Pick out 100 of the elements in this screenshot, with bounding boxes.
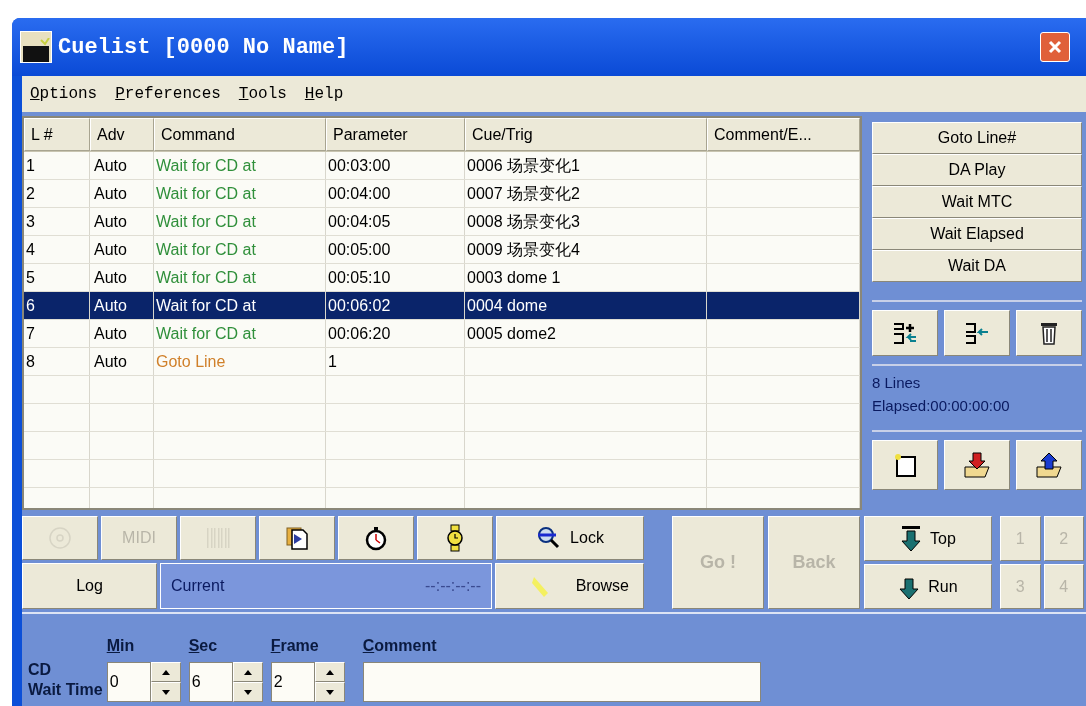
column-header[interactable]: L # <box>24 118 90 151</box>
comment-field[interactable] <box>362 662 761 702</box>
table-cell: 8 <box>24 348 90 375</box>
table-cell: Auto <box>90 348 154 375</box>
wait-time-label: CD <box>28 660 53 680</box>
close-button[interactable] <box>1040 32 1070 62</box>
table-cell: 00:06:20 <box>326 320 465 347</box>
table-cell: 7 <box>24 320 90 347</box>
log-button[interactable]: Log <box>22 563 157 609</box>
table-cell: Auto <box>90 180 154 207</box>
spinner[interactable] <box>314 662 345 702</box>
save-button[interactable] <box>1016 440 1082 490</box>
field-label: Sec <box>188 636 219 656</box>
command-button[interactable]: DA Play <box>872 154 1082 186</box>
table-cell: Wait for CD at <box>154 180 326 207</box>
command-button[interactable]: Wait MTC <box>872 186 1082 218</box>
table-cell: 3 <box>24 208 90 235</box>
table-cell: 0005 dome2 <box>465 320 707 347</box>
table-cell: 0009 场景变化4 <box>465 236 707 263</box>
table-cell: Wait for CD at <box>154 320 326 347</box>
number-field[interactable]: 2 <box>270 662 315 702</box>
table-cell: 1 <box>326 348 465 375</box>
number-field[interactable]: 0 <box>106 662 151 702</box>
menu-item[interactable]: Tools <box>238 82 287 106</box>
current-label: Current <box>171 576 225 596</box>
wristwatch-icon <box>444 524 466 552</box>
table-cell: 00:06:02 <box>326 292 465 319</box>
table-cell: Wait for CD at <box>154 292 326 319</box>
up-arrow-icon <box>243 669 252 675</box>
table-cell: 0008 场景变化3 <box>465 208 707 235</box>
top-button[interactable]: Top <box>864 516 992 561</box>
browse-button[interactable]: Browse <box>495 563 644 609</box>
tool-button[interactable] <box>338 516 414 560</box>
new-button[interactable] <box>872 440 938 490</box>
run-button[interactable]: Run <box>864 564 992 609</box>
table-cell: Auto <box>90 152 154 179</box>
table-row[interactable]: 8 Auto Goto Line 1 <box>24 348 860 376</box>
append-lines-icon <box>964 320 990 346</box>
lock-button[interactable]: Lock <box>496 516 644 560</box>
column-header[interactable]: Cue/Trig <box>465 118 707 151</box>
insert-line-button[interactable] <box>872 310 938 356</box>
wait-time-label: Wait Time <box>28 680 103 700</box>
table-cell: Goto Line <box>154 348 326 375</box>
field-label: Min <box>106 636 136 656</box>
table-row[interactable]: 3 Auto Wait for CD at 00:04:05 0008 场景变化3 <box>24 208 860 236</box>
menu-item[interactable]: Options <box>30 82 98 106</box>
table-cell: Auto <box>90 292 154 319</box>
table-row[interactable]: 7 Auto Wait for CD at 00:06:20 0005 dome2 <box>24 320 860 348</box>
tool-button[interactable] <box>417 516 493 560</box>
down-arrow-icon <box>161 689 170 695</box>
tool-button[interactable] <box>259 516 335 560</box>
trash-icon <box>1039 320 1059 346</box>
menu-item[interactable]: Help <box>304 82 344 106</box>
table-row[interactable]: 4 Auto Wait for CD at 00:05:00 0009 场景变化4 <box>24 236 860 264</box>
column-header[interactable]: Comment/E... <box>707 118 860 151</box>
number-field[interactable]: 6 <box>188 662 233 702</box>
open-button[interactable] <box>944 440 1010 490</box>
elapsed-time: Elapsed:00:00:00:00 <box>872 395 1011 416</box>
spinner[interactable] <box>232 662 263 702</box>
table-row[interactable]: 6 Auto Wait for CD at 00:06:02 0004 dome <box>24 292 860 320</box>
menu-item[interactable]: Preferences <box>115 82 221 106</box>
up-arrow-icon <box>161 669 170 675</box>
delete-button[interactable] <box>1016 310 1082 356</box>
table-cell: 0004 dome <box>465 292 707 319</box>
command-button[interactable]: Wait DA <box>872 250 1082 282</box>
spinner[interactable] <box>150 662 181 702</box>
field-label: Frame <box>270 636 320 656</box>
command-button[interactable]: Wait Elapsed <box>872 218 1082 250</box>
app-logo-icon <box>20 31 52 63</box>
table-cell: 00:04:00 <box>326 180 465 207</box>
command-button[interactable]: Goto Line# <box>872 122 1082 154</box>
table-cell: 0007 场景变化2 <box>465 180 707 207</box>
table-cell: 1 <box>24 152 90 179</box>
down-arrow-folder-icon <box>963 451 991 479</box>
insert-lines-icon <box>892 320 918 346</box>
table-cell: Wait for CD at <box>154 236 326 263</box>
down-arrow-icon <box>325 689 334 695</box>
column-header[interactable]: Adv <box>90 118 154 151</box>
table-cell: 00:04:05 <box>326 208 465 235</box>
table-cell: 4 <box>24 236 90 263</box>
down-arrow-icon <box>243 689 252 695</box>
table-cell: Auto <box>90 264 154 291</box>
table-cell: 2 <box>24 180 90 207</box>
arrow-to-top-icon <box>900 524 923 553</box>
line-count: 8 Lines <box>872 373 922 393</box>
table-cell: 0003 dome 1 <box>465 264 707 291</box>
table-cell: Wait for CD at <box>154 208 326 235</box>
table-cell: Auto <box>90 320 154 347</box>
table-row[interactable]: 1 Auto Wait for CD at 00:03:00 0006 场景变化1 <box>24 152 860 180</box>
close-icon <box>1047 39 1063 55</box>
column-header[interactable]: Command <box>154 118 326 151</box>
table-cell: 00:05:10 <box>326 264 465 291</box>
column-header[interactable]: Parameter <box>326 118 465 151</box>
table-cell: Auto <box>90 208 154 235</box>
window-title: Cuelist [0000 No Name] <box>58 33 349 62</box>
stopwatch-icon <box>363 525 389 551</box>
table-cell: 00:05:00 <box>326 236 465 263</box>
table-cell: Auto <box>90 236 154 263</box>
table-row[interactable]: 2 Auto Wait for CD at 00:04:00 0007 场景变化2 <box>24 180 860 208</box>
append-line-button[interactable] <box>944 310 1010 356</box>
